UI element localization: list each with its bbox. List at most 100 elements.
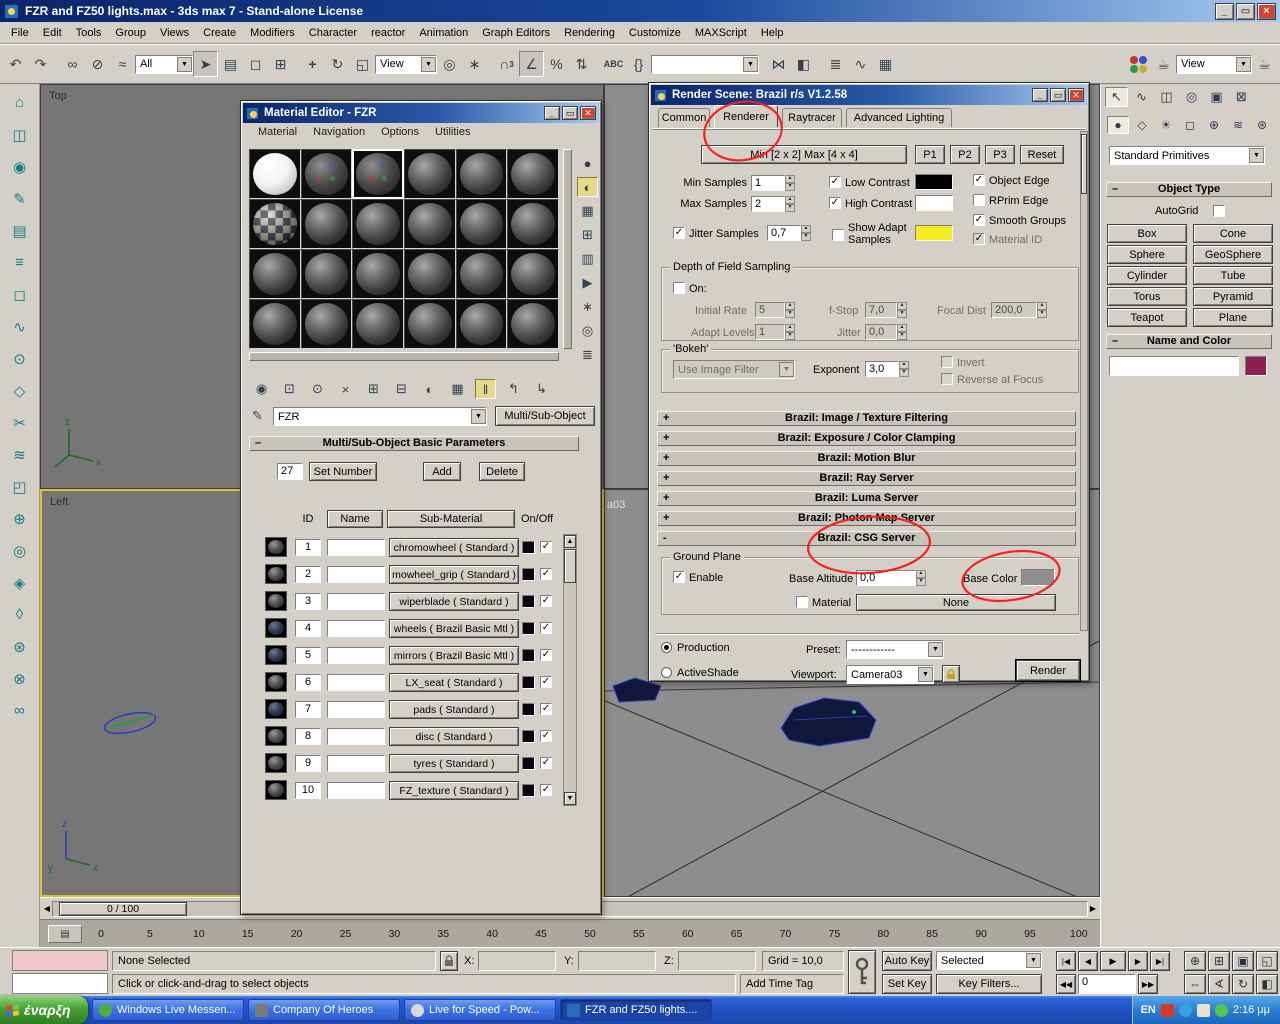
viewport-top-label[interactable]: Top [49, 90, 67, 102]
rope-collection-icon[interactable]: ✎ [5, 185, 35, 212]
scrollbar-thumb[interactable] [564, 549, 576, 583]
reset-button[interactable]: Reset [1020, 145, 1064, 164]
align-icon[interactable]: ◧ [791, 51, 816, 77]
select-and-manipulate-icon[interactable]: ∗ [462, 51, 487, 77]
dashpot-icon[interactable]: ⊙ [5, 345, 35, 372]
maxscript-mini-listener-pink[interactable] [12, 950, 108, 971]
auto-key-button[interactable]: Auto Key [882, 951, 932, 971]
pan-icon[interactable]: ⇔ [1184, 974, 1206, 994]
onoff-checkbox[interactable] [540, 784, 552, 796]
sub-material-button[interactable]: wiperblade ( Standard ) [389, 592, 519, 611]
smooth-groups-checkbox[interactable] [973, 214, 985, 226]
curve-editor-icon[interactable]: ∿ [848, 51, 873, 77]
id-field[interactable]: 4 [295, 620, 321, 637]
zoom-all-icon[interactable]: ⊞ [1208, 951, 1230, 971]
minimize-button[interactable]: _ [1032, 88, 1048, 102]
geometry-icon[interactable]: ● [1107, 116, 1129, 134]
task-company-of-heroes[interactable]: Company Of Heroes [248, 999, 400, 1021]
menu-character[interactable]: Character [302, 24, 364, 42]
utilities-panel-icon[interactable]: ∞ [5, 697, 35, 724]
sub-material-button[interactable]: mowheel_grip ( Standard ) [389, 565, 519, 584]
ground-material-checkbox[interactable] [796, 596, 808, 608]
rollout-csg-server[interactable]: - Brazil: CSG Server [657, 531, 1076, 546]
autogrid-checkbox[interactable] [1213, 205, 1225, 217]
name-field[interactable] [327, 593, 385, 610]
motor-icon[interactable]: ⊕ [5, 505, 35, 532]
rollout-ray-server[interactable]: + Brazil: Ray Server [657, 471, 1076, 486]
material-thumbnail[interactable] [265, 699, 287, 719]
window-crossing-icon[interactable]: ⊞ [268, 51, 293, 77]
id-field[interactable]: 7 [295, 701, 321, 718]
sample-scroll-vertical[interactable] [563, 149, 572, 349]
go-forward-to-sibling-icon[interactable]: ↳ [531, 379, 552, 399]
track-bar[interactable]: ▤ 0 5 10 15 20 25 30 35 40 45 50 55 60 65 70 75 80 85 90 95… [40, 919, 1100, 947]
maximize-viewport-toggle-icon[interactable]: ◧ [1256, 974, 1278, 994]
spinner-snap-icon[interactable]: ⇅ [569, 51, 594, 77]
schematic-view-icon[interactable]: ▦ [873, 51, 898, 77]
object-name-field[interactable] [1109, 356, 1239, 376]
menu-tools[interactable]: Tools [69, 24, 109, 42]
set-number-button[interactable]: Set Number [309, 462, 377, 481]
tab-motion-icon[interactable]: ◎ [1180, 87, 1203, 107]
key-filters-button[interactable]: Key Filters... [936, 974, 1042, 994]
play-animation-icon[interactable]: ▶ [1100, 951, 1126, 971]
make-preview-icon[interactable]: ▶ [577, 273, 598, 293]
tray-security-shield-icon[interactable] [1160, 1003, 1174, 1017]
base-color-swatch[interactable] [1021, 569, 1055, 586]
reset-map-icon[interactable]: × [335, 379, 356, 399]
maxscript-mini-listener-white[interactable] [12, 973, 108, 994]
create-animation-icon[interactable]: ⊗ [5, 665, 35, 692]
initial-rate-spinner[interactable]: 5 ▲ ▼ [755, 302, 795, 318]
basic-parameters-rollout[interactable]: – Multi/Sub-Object Basic Parameters [249, 436, 579, 451]
viewport-camera03-label[interactable]: a03 [607, 499, 625, 511]
menu-customize[interactable]: Customize [622, 24, 688, 42]
jitter-samples-spinner[interactable]: 0,7 ▲ ▼ [767, 225, 811, 241]
id-field[interactable]: 3 [295, 593, 321, 610]
sample-slot[interactable] [249, 149, 301, 199]
show-adapt-samples-checkbox[interactable] [832, 229, 844, 241]
tab-modify-icon[interactable]: ∿ [1130, 87, 1153, 107]
add-time-tag-field[interactable]: Add Time Tag [740, 974, 844, 994]
material-editor-icon[interactable] [1126, 51, 1151, 77]
shapes-icon[interactable]: ◇ [1131, 116, 1153, 134]
material-count-field[interactable]: 27 [277, 463, 303, 480]
time-step-forward-icon[interactable]: ▶ [1088, 902, 1098, 916]
delete-button[interactable]: Delete [479, 462, 525, 481]
low-contrast-checkbox[interactable] [829, 176, 841, 188]
max-samples-spinner[interactable]: 2 ▲ ▼ [751, 196, 795, 212]
menu-options[interactable]: Options [374, 124, 426, 140]
base-altitude-spinner[interactable]: 0,0 ▲ ▼ [856, 570, 926, 586]
sample-slot[interactable] [352, 199, 404, 249]
arc-rotate-icon[interactable]: ↻ [1232, 974, 1254, 994]
rollout-exposure-color-clamping[interactable]: + Brazil: Exposure / Color Clamping [657, 431, 1076, 446]
preset-dropdown[interactable]: ------------ ▼ [846, 640, 944, 659]
material-color-swatch[interactable] [522, 676, 535, 689]
scroll-down-icon[interactable]: ▼ [564, 792, 576, 805]
onoff-checkbox[interactable] [540, 595, 552, 607]
onoff-checkbox[interactable] [540, 622, 552, 634]
sample-slot[interactable] [300, 199, 353, 249]
chevron-down-icon[interactable]: ▼ [421, 56, 436, 72]
close-button[interactable]: ✕ [1068, 88, 1084, 102]
fracture-icon[interactable]: ◈ [5, 569, 35, 596]
maximize-button[interactable]: ▭ [1050, 88, 1066, 102]
sample-slot[interactable] [507, 299, 559, 349]
set-keys-key-icon[interactable] [848, 950, 876, 994]
reference-coordinate-dropdown[interactable]: View ▼ [375, 54, 437, 74]
sample-slot[interactable] [507, 249, 559, 299]
material-thumbnail[interactable] [265, 618, 287, 638]
menu-maxscript[interactable]: MAXScript [688, 24, 754, 42]
sample-slot[interactable] [404, 299, 456, 349]
material-color-swatch[interactable] [522, 541, 535, 554]
name-field[interactable] [327, 539, 385, 556]
plane-tool-icon[interactable]: ◻ [5, 281, 35, 308]
put-to-library-icon[interactable]: ⊟ [391, 379, 412, 399]
tab-hierarchy-icon[interactable]: ◫ [1155, 87, 1178, 107]
onoff-checkbox[interactable] [540, 541, 552, 553]
sample-slot[interactable] [300, 249, 353, 299]
chevron-down-icon[interactable]: ▼ [1249, 148, 1264, 163]
chevron-down-icon[interactable]: ▼ [928, 642, 943, 657]
sample-slot[interactable] [507, 199, 559, 249]
menu-graph-editors[interactable]: Graph Editors [475, 24, 557, 42]
name-field[interactable] [327, 674, 385, 691]
